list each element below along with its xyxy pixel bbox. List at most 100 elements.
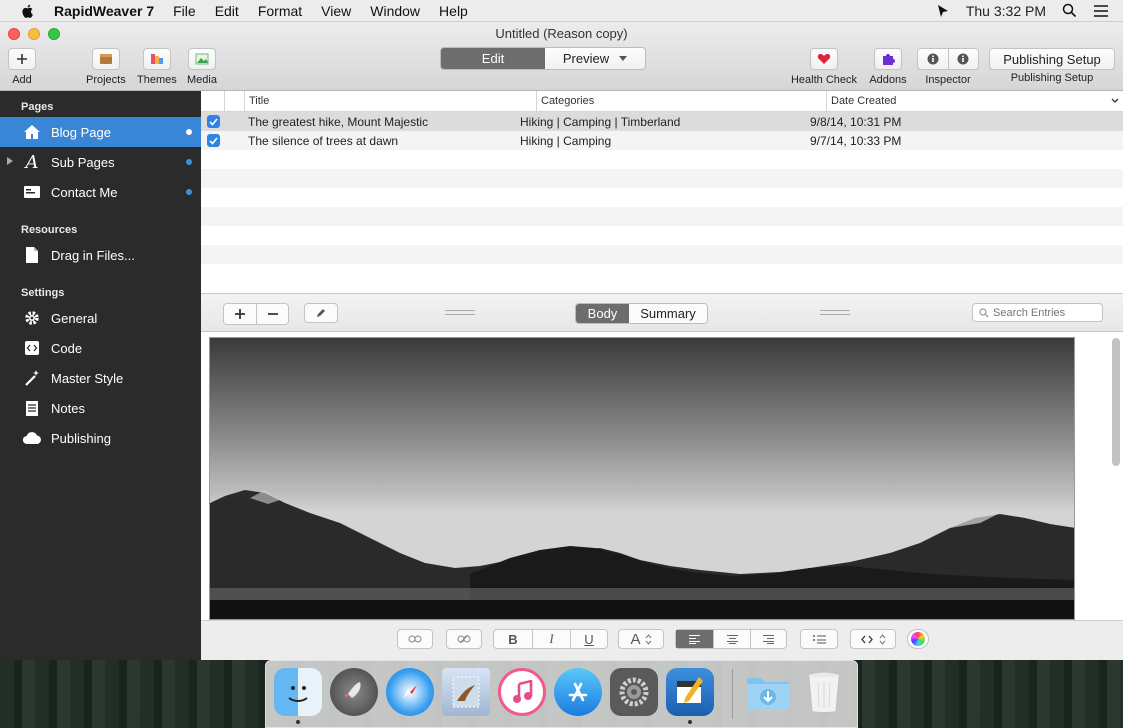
health-check-button[interactable]: Health Check	[789, 48, 859, 86]
sidebar-item-publishing[interactable]: Publishing	[0, 423, 201, 453]
window-toolbar: Untitled (Reason copy) Add Projects Them…	[0, 22, 1123, 91]
finder-icon[interactable]	[274, 668, 322, 724]
align-center-button[interactable]	[713, 630, 750, 648]
mail-stamp-icon[interactable]	[442, 668, 490, 716]
align-center-icon	[726, 634, 738, 644]
entries-toolbar: Body Summary	[201, 293, 1123, 332]
row-checkbox[interactable]	[206, 115, 220, 128]
itunes-icon[interactable]	[498, 668, 546, 716]
sidebar-item-master-style[interactable]: Master Style	[0, 363, 201, 393]
projects-button[interactable]: Projects	[86, 48, 126, 86]
themes-button[interactable]: Themes	[137, 48, 177, 86]
sidebar-item-label: Drag in Files...	[51, 247, 135, 263]
list-button[interactable]	[800, 629, 838, 649]
inspector-button[interactable]: Inspector	[916, 48, 980, 86]
body-editor[interactable]	[201, 332, 1123, 620]
menu-app-name[interactable]: RapidWeaver 7	[54, 3, 154, 19]
chevron-down-icon[interactable]	[1111, 98, 1119, 104]
menu-help[interactable]: Help	[439, 3, 468, 19]
split-handle[interactable]	[445, 310, 475, 315]
split-handle[interactable]	[820, 310, 850, 315]
app-window: Untitled (Reason copy) Add Projects Them…	[0, 22, 1123, 660]
edit-entry-button[interactable]	[304, 303, 338, 323]
color-picker-button[interactable]	[907, 629, 929, 649]
menu-view[interactable]: View	[321, 3, 351, 19]
search-entries-input[interactable]	[993, 306, 1093, 319]
disclosure-triangle-icon[interactable]	[7, 157, 13, 165]
search-entries-field[interactable]	[972, 303, 1103, 322]
launchpad-icon[interactable]	[330, 668, 378, 716]
table-row[interactable]: The silence of trees at dawn Hiking | Ca…	[201, 131, 1123, 150]
align-left-icon	[689, 634, 700, 644]
system-preferences-icon[interactable]	[610, 668, 658, 716]
editor-scrollbar[interactable]	[1112, 338, 1120, 466]
sidebar-item-contact-me[interactable]: Contact Me	[0, 177, 201, 207]
sidebar-item-blog-page[interactable]: Blog Page	[0, 117, 201, 147]
align-right-button[interactable]	[750, 630, 786, 648]
table-row-empty	[201, 264, 1123, 283]
spotlight-search-icon[interactable]	[1062, 3, 1077, 18]
media-button[interactable]: Media	[187, 48, 217, 86]
sidebar-item-label: Blog Page	[51, 124, 111, 140]
themes-label: Themes	[137, 74, 177, 86]
list-icon	[801, 630, 837, 648]
italic-button[interactable]: I	[532, 630, 570, 648]
health-check-label: Health Check	[790, 74, 858, 86]
apple-icon[interactable]	[20, 3, 36, 19]
color-wheel-icon	[908, 630, 928, 648]
info-icon	[949, 49, 979, 69]
header-categories[interactable]: Categories	[537, 91, 827, 111]
summary-tab[interactable]: Summary	[629, 304, 707, 323]
menu-edit[interactable]: Edit	[215, 3, 239, 19]
menu-window[interactable]: Window	[370, 3, 420, 19]
app-store-icon[interactable]	[554, 668, 602, 716]
align-left-button[interactable]	[676, 630, 713, 648]
contact-card-icon	[22, 183, 42, 201]
text-style-control: B I U	[493, 629, 608, 649]
remove-entry-button[interactable]	[256, 304, 288, 324]
code-button[interactable]	[850, 629, 896, 649]
font-control: A	[619, 630, 663, 648]
edit-tab[interactable]: Edit	[441, 48, 545, 69]
body-tab[interactable]: Body	[576, 304, 629, 323]
addons-button[interactable]: Addons	[868, 48, 908, 86]
menu-format[interactable]: Format	[258, 3, 302, 19]
safari-icon[interactable]	[386, 668, 434, 716]
publishing-setup-button[interactable]: Publishing Setup	[989, 48, 1115, 70]
table-row[interactable]: The greatest hike, Mount Majestic Hiking…	[201, 112, 1123, 131]
insert-link-button[interactable]	[397, 629, 433, 649]
sidebar-item-sub-pages[interactable]: A Sub Pages	[0, 147, 201, 177]
cursor-icon[interactable]	[936, 4, 950, 18]
info-icon	[918, 49, 949, 69]
table-row-empty	[201, 169, 1123, 188]
sidebar-item-drag-in-files[interactable]: Drag in Files...	[0, 240, 201, 270]
menu-file[interactable]: File	[173, 3, 196, 19]
plus-icon	[235, 309, 245, 319]
underline-button[interactable]: U	[570, 630, 607, 648]
font-button[interactable]: A	[618, 629, 664, 649]
font-a-icon: A	[25, 151, 39, 173]
menubar-clock[interactable]: Thu 3:32 PM	[966, 3, 1046, 19]
add-entry-button[interactable]	[224, 304, 256, 324]
trash-icon[interactable]	[800, 668, 848, 716]
downloads-folder-icon[interactable]	[744, 668, 792, 716]
plus-icon	[8, 48, 36, 70]
notification-center-icon[interactable]	[1093, 4, 1109, 18]
header-date-created[interactable]: Date Created	[827, 91, 1123, 111]
bold-button[interactable]: B	[494, 630, 532, 648]
home-icon	[22, 123, 42, 141]
remove-link-button[interactable]	[446, 629, 482, 649]
add-button[interactable]: Add	[8, 48, 36, 86]
sidebar-item-general[interactable]: General	[0, 303, 201, 333]
menubar: RapidWeaver 7 File Edit Format View Wind…	[0, 0, 1123, 22]
window-title: Untitled (Reason copy)	[495, 26, 628, 41]
rapidweaver-icon[interactable]	[666, 668, 714, 724]
sidebar-item-code[interactable]: Code	[0, 333, 201, 363]
sidebar-item-label: Contact Me	[51, 184, 118, 200]
header-title[interactable]: Title	[245, 91, 537, 111]
preview-tab[interactable]: Preview	[545, 48, 645, 69]
row-checkbox[interactable]	[206, 134, 220, 147]
checkmark-icon	[208, 117, 218, 126]
cell-title: The silence of trees at dawn	[248, 133, 399, 148]
sidebar-item-notes[interactable]: Notes	[0, 393, 201, 423]
